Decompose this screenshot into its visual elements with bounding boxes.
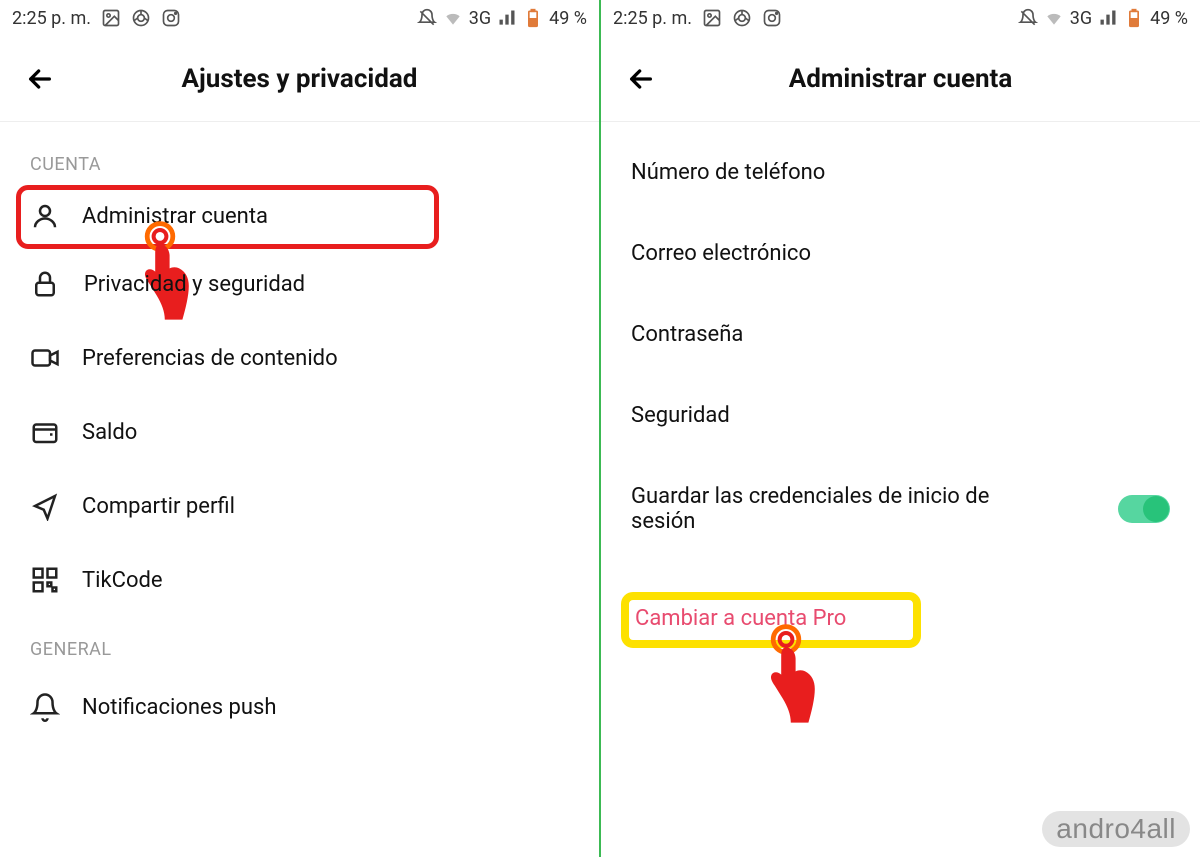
menu-content-preferences[interactable]: Preferencias de contenido xyxy=(0,321,599,395)
menu-tikcode[interactable]: TikCode xyxy=(0,543,599,617)
status-bar: 2:25 p. m. 3G 49 % xyxy=(601,0,1200,36)
network-type: 3G xyxy=(1070,8,1092,29)
section-general-label: GENERAL xyxy=(0,617,599,670)
wifi-icon xyxy=(1044,8,1064,28)
instagram-icon xyxy=(161,8,181,28)
phone-left: 2:25 p. m. 3G 49 % Ajustes y privacidad … xyxy=(0,0,600,857)
battery-icon xyxy=(1124,8,1144,28)
menu-switch-pro[interactable]: Cambiar a cuenta Pro xyxy=(601,592,1200,645)
menu-manage-account[interactable]: Administrar cuenta xyxy=(0,185,599,247)
menu-label: Seguridad xyxy=(631,403,730,428)
menu-privacy-security[interactable]: PPrivacidad y seguridad xyxy=(0,247,599,321)
share-icon xyxy=(30,491,60,521)
qrcode-icon xyxy=(30,565,60,595)
menu-label: Compartir perfil xyxy=(82,494,235,519)
tap-hand-icon xyxy=(746,622,826,732)
menu-label: Contraseña xyxy=(631,322,743,347)
section-account-label: CUENTA xyxy=(0,132,599,185)
video-icon xyxy=(30,343,60,373)
menu-label: Guardar las credenciales de inicio de se… xyxy=(631,484,1031,534)
wifi-icon xyxy=(443,8,463,28)
network-type: 3G xyxy=(469,8,491,29)
signal-icon xyxy=(497,8,517,28)
status-right: 3G 49 % xyxy=(1018,8,1188,29)
bell-icon xyxy=(30,692,60,722)
status-time: 2:25 p. m. xyxy=(12,8,91,29)
page-title: Ajustes y privacidad xyxy=(20,64,579,94)
menu-label: TikCode xyxy=(82,568,163,593)
chrome-icon xyxy=(732,8,752,28)
menu-push-notifications[interactable]: Notificaciones push xyxy=(0,670,599,744)
battery-icon xyxy=(523,8,543,28)
status-right: 3G 49 % xyxy=(417,8,587,29)
battery-percent: 49 % xyxy=(1150,8,1188,29)
person-icon xyxy=(30,201,60,231)
battery-percent: 49 % xyxy=(549,8,587,29)
menu-save-credentials[interactable]: Guardar las credenciales de inicio de se… xyxy=(601,456,1200,562)
bell-off-icon xyxy=(417,8,437,28)
status-left: 2:25 p. m. xyxy=(12,8,181,29)
menu-password[interactable]: Contraseña xyxy=(601,294,1200,375)
gallery-icon xyxy=(702,8,722,28)
toggle-save-credentials[interactable] xyxy=(1118,495,1170,523)
menu-label: Saldo xyxy=(82,420,137,445)
menu-label: Notificaciones push xyxy=(82,695,276,720)
watermark: andro4all xyxy=(1042,811,1190,847)
menu-balance[interactable]: Saldo xyxy=(0,395,599,469)
bell-off-icon xyxy=(1018,8,1038,28)
phone-right: 2:25 p. m. 3G 49 % Administrar cuenta xyxy=(600,0,1200,857)
gallery-icon xyxy=(101,8,121,28)
wallet-icon xyxy=(30,417,60,447)
instagram-icon xyxy=(762,8,782,28)
app-body-right: Número de teléfono Correo electrónico Co… xyxy=(601,122,1200,857)
menu-security[interactable]: Seguridad xyxy=(601,375,1200,456)
lock-icon xyxy=(30,269,60,299)
two-phone-layout: 2:25 p. m. 3G 49 % Ajustes y privacidad … xyxy=(0,0,1200,857)
app-body-left: CUENTA Administrar cuenta PPrivacidad y … xyxy=(0,122,599,857)
menu-label: PPrivacidad y seguridad xyxy=(82,272,305,297)
menu-share-profile[interactable]: Compartir perfil xyxy=(0,469,599,543)
menu-label: Número de teléfono xyxy=(631,160,825,185)
page-title: Administrar cuenta xyxy=(621,64,1180,94)
app-header-right: Administrar cuenta xyxy=(601,36,1200,122)
status-time: 2:25 p. m. xyxy=(613,8,692,29)
menu-email[interactable]: Correo electrónico xyxy=(601,213,1200,294)
signal-icon xyxy=(1098,8,1118,28)
menu-label: Correo electrónico xyxy=(631,241,811,266)
menu-phone-number[interactable]: Número de teléfono xyxy=(601,132,1200,213)
app-header-left: Ajustes y privacidad xyxy=(0,36,599,122)
status-left: 2:25 p. m. xyxy=(613,8,782,29)
status-bar: 2:25 p. m. 3G 49 % xyxy=(0,0,599,36)
chrome-icon xyxy=(131,8,151,28)
menu-label: Preferencias de contenido xyxy=(82,346,338,371)
